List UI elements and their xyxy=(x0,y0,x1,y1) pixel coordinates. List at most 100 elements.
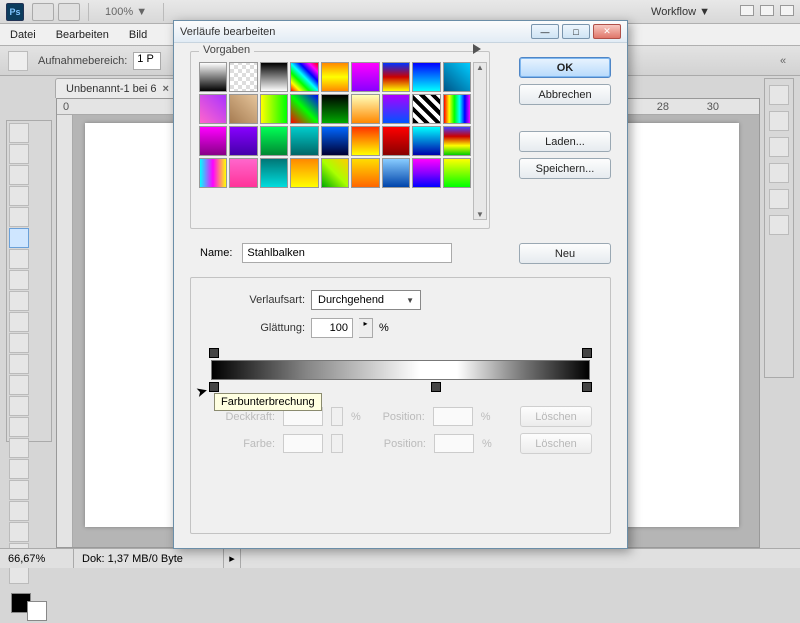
menu-bearbeiten[interactable]: Bearbeiten xyxy=(46,29,119,41)
preset-swatch[interactable] xyxy=(443,62,471,92)
load-button[interactable]: Laden... xyxy=(519,131,611,152)
dialog-titlebar[interactable]: Verläufe bearbeiten — □ ✕ xyxy=(174,21,627,43)
preset-swatch[interactable] xyxy=(412,94,440,124)
ok-button[interactable]: OK xyxy=(519,57,611,78)
channels-panel-icon[interactable] xyxy=(769,111,789,131)
color-stop-3[interactable] xyxy=(582,382,592,392)
presets-scrollbar[interactable] xyxy=(473,62,487,220)
preset-swatch[interactable] xyxy=(351,94,379,124)
preset-swatch[interactable] xyxy=(260,158,288,188)
name-input[interactable] xyxy=(242,243,452,263)
wand-tool[interactable] xyxy=(9,186,29,206)
screen-mode-icon[interactable] xyxy=(58,3,80,21)
preset-swatch[interactable] xyxy=(290,158,318,188)
preset-swatch[interactable] xyxy=(412,126,440,156)
preset-swatch[interactable] xyxy=(443,94,471,124)
menu-bild[interactable]: Bild xyxy=(119,29,157,41)
preset-swatch[interactable] xyxy=(321,62,349,92)
gradient-preview[interactable] xyxy=(211,360,590,380)
new-button[interactable]: Neu xyxy=(519,243,611,264)
blur-tool[interactable] xyxy=(9,375,29,395)
zoom-level[interactable]: 100% ▼ xyxy=(105,6,147,18)
preset-swatch[interactable] xyxy=(199,126,227,156)
gradient-type-dropdown[interactable]: Durchgehend xyxy=(311,290,421,310)
preset-swatch[interactable] xyxy=(229,158,257,188)
move-tool[interactable] xyxy=(9,123,29,143)
cancel-button[interactable]: Abbrechen xyxy=(519,84,611,105)
gradient-bar[interactable] xyxy=(209,346,592,392)
app-maximize-button[interactable] xyxy=(760,5,774,16)
presets-flyout-icon[interactable] xyxy=(473,44,481,54)
document-tab[interactable]: Unbenannt-1 bei 6 × xyxy=(55,78,180,98)
layers-panel-icon[interactable] xyxy=(769,85,789,105)
preset-swatch[interactable] xyxy=(260,94,288,124)
workspace-switcher[interactable]: Workflow ▼ xyxy=(651,6,710,18)
dodge-tool[interactable] xyxy=(9,396,29,416)
color-stop-1[interactable] xyxy=(209,382,219,392)
dialog-close-button[interactable]: ✕ xyxy=(593,24,621,39)
preset-swatch[interactable] xyxy=(412,158,440,188)
marquee-tool[interactable] xyxy=(9,144,29,164)
preset-swatch[interactable] xyxy=(260,62,288,92)
path-tool[interactable] xyxy=(9,459,29,479)
smoothness-stepper[interactable]: ▸ xyxy=(359,318,373,338)
tab-close-icon[interactable]: × xyxy=(163,83,169,95)
paths-panel-icon[interactable] xyxy=(769,137,789,157)
notes-tool[interactable] xyxy=(9,501,29,521)
preset-swatch[interactable] xyxy=(229,62,257,92)
preset-swatch[interactable] xyxy=(351,62,379,92)
type-tool[interactable] xyxy=(9,438,29,458)
dialog-minimize-button[interactable]: — xyxy=(531,24,559,39)
preset-swatch[interactable] xyxy=(321,126,349,156)
preset-swatch[interactable] xyxy=(229,126,257,156)
status-zoom[interactable]: 66,67% xyxy=(0,549,74,568)
hand-tool[interactable] xyxy=(9,522,29,542)
preset-swatch[interactable] xyxy=(382,126,410,156)
preset-swatch[interactable] xyxy=(199,158,227,188)
preset-swatch[interactable] xyxy=(199,62,227,92)
app-close-button[interactable] xyxy=(780,5,794,16)
lasso-tool[interactable] xyxy=(9,165,29,185)
preset-swatch[interactable] xyxy=(443,126,471,156)
eyedropper-icon[interactable] xyxy=(8,51,28,71)
collapse-icon[interactable]: « xyxy=(780,55,792,67)
heal-tool[interactable] xyxy=(9,249,29,269)
stamp-tool[interactable] xyxy=(9,291,29,311)
preset-swatch[interactable] xyxy=(260,126,288,156)
sample-size-input[interactable]: 1 P xyxy=(133,52,161,70)
opacity-stop-left[interactable] xyxy=(209,348,219,358)
history-brush-tool[interactable] xyxy=(9,312,29,332)
brush-tool[interactable] xyxy=(9,270,29,290)
info-panel-icon[interactable] xyxy=(769,215,789,235)
preset-swatch[interactable] xyxy=(199,94,227,124)
preset-swatch[interactable] xyxy=(290,62,318,92)
app-minimize-button[interactable] xyxy=(740,5,754,16)
pen-tool[interactable] xyxy=(9,417,29,437)
preset-swatch[interactable] xyxy=(229,94,257,124)
preset-swatch[interactable] xyxy=(382,62,410,92)
preset-swatch[interactable] xyxy=(412,62,440,92)
save-button[interactable]: Speichern... xyxy=(519,158,611,179)
background-color[interactable] xyxy=(27,601,47,621)
preset-swatch[interactable] xyxy=(321,94,349,124)
status-flyout-icon[interactable]: ▸ xyxy=(224,549,241,568)
shape-tool[interactable] xyxy=(9,480,29,500)
eraser-tool[interactable] xyxy=(9,333,29,353)
preset-swatch[interactable] xyxy=(382,94,410,124)
preset-swatch[interactable] xyxy=(321,158,349,188)
preset-swatch[interactable] xyxy=(351,126,379,156)
gradient-tool[interactable] xyxy=(9,354,29,374)
smoothness-input[interactable] xyxy=(311,318,353,338)
preset-swatch[interactable] xyxy=(443,158,471,188)
crop-tool[interactable] xyxy=(9,207,29,227)
preset-swatch[interactable] xyxy=(351,158,379,188)
preset-swatch[interactable] xyxy=(382,158,410,188)
dialog-maximize-button[interactable]: □ xyxy=(562,24,590,39)
opacity-stop-right[interactable] xyxy=(582,348,592,358)
bridge-icon[interactable] xyxy=(32,3,54,21)
history-panel-icon[interactable] xyxy=(769,189,789,209)
preset-swatch[interactable] xyxy=(290,94,318,124)
adjustments-panel-icon[interactable] xyxy=(769,163,789,183)
color-swatches[interactable] xyxy=(9,591,49,623)
color-stop-2[interactable] xyxy=(431,382,441,392)
